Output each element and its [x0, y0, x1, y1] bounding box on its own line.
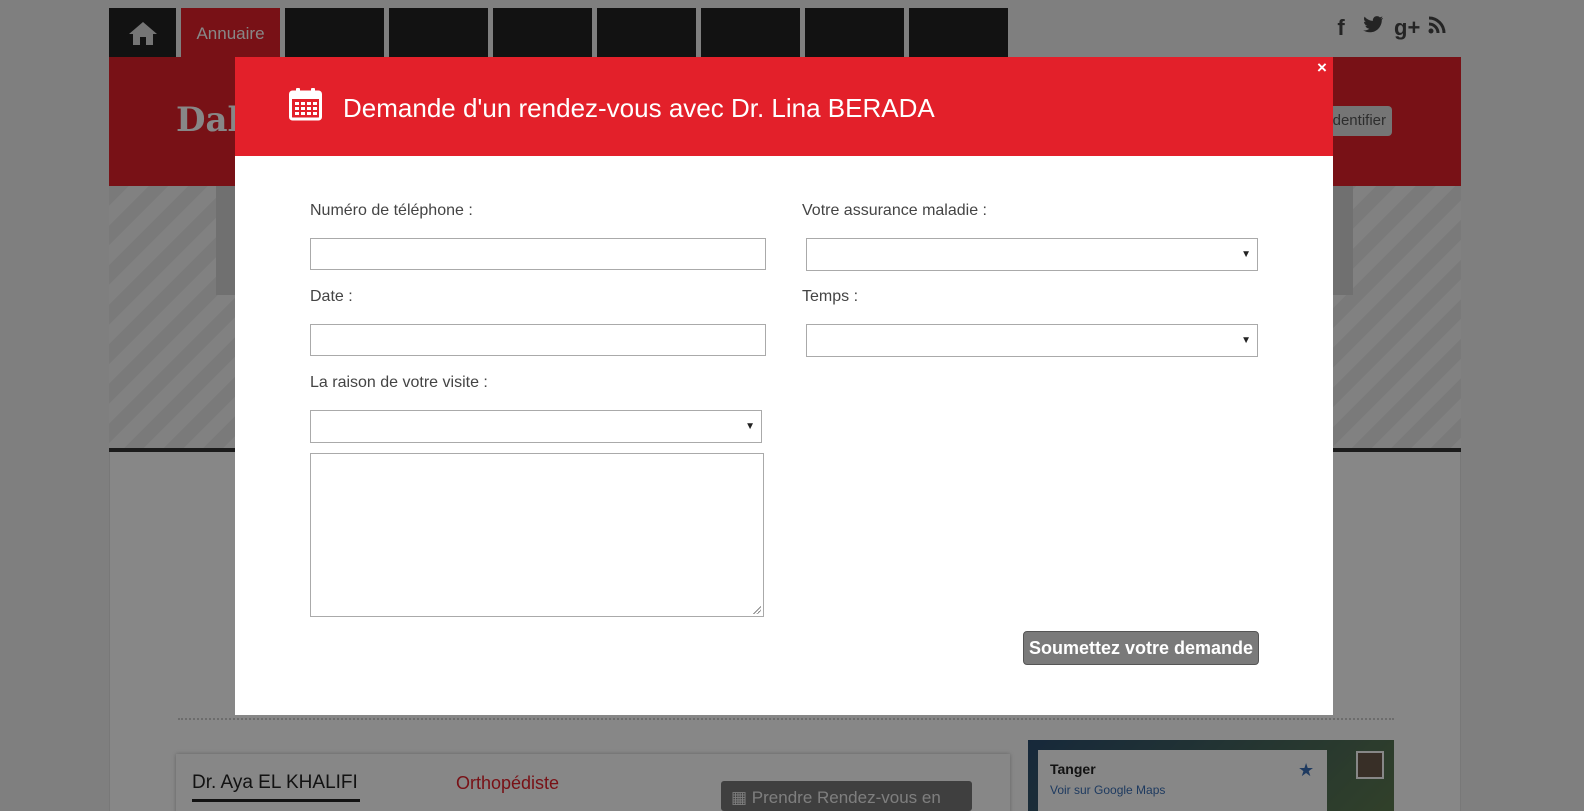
time-label: Temps :: [802, 288, 859, 305]
resize-grip-icon[interactable]: [752, 605, 761, 614]
insurance-label: Votre assurance maladie :: [802, 202, 987, 219]
reason-select[interactable]: ▼: [310, 410, 762, 443]
appointment-modal: Demande d'un rendez-vous avec Dr. Lina B…: [235, 57, 1333, 715]
date-label: Date :: [310, 288, 353, 305]
reason-label: La raison de votre visite :: [310, 374, 488, 391]
message-textarea[interactable]: [310, 453, 764, 617]
modal-title: Demande d'un rendez-vous avec Dr. Lina B…: [343, 93, 935, 123]
dropdown-arrow-icon: ▼: [1241, 335, 1251, 346]
phone-label: Numéro de téléphone :: [310, 202, 473, 219]
close-icon[interactable]: ×: [1314, 59, 1330, 76]
dropdown-arrow-icon: ▼: [1241, 249, 1251, 260]
date-input[interactable]: [310, 324, 766, 356]
insurance-select[interactable]: ▼: [806, 238, 1258, 271]
calendar-icon: [289, 88, 322, 121]
phone-input[interactable]: [310, 238, 766, 270]
time-select[interactable]: ▼: [806, 324, 1258, 357]
dropdown-arrow-icon: ▼: [745, 421, 755, 432]
modal-header: Demande d'un rendez-vous avec Dr. Lina B…: [235, 57, 1333, 156]
submit-button[interactable]: Soumettez votre demande: [1023, 631, 1259, 665]
